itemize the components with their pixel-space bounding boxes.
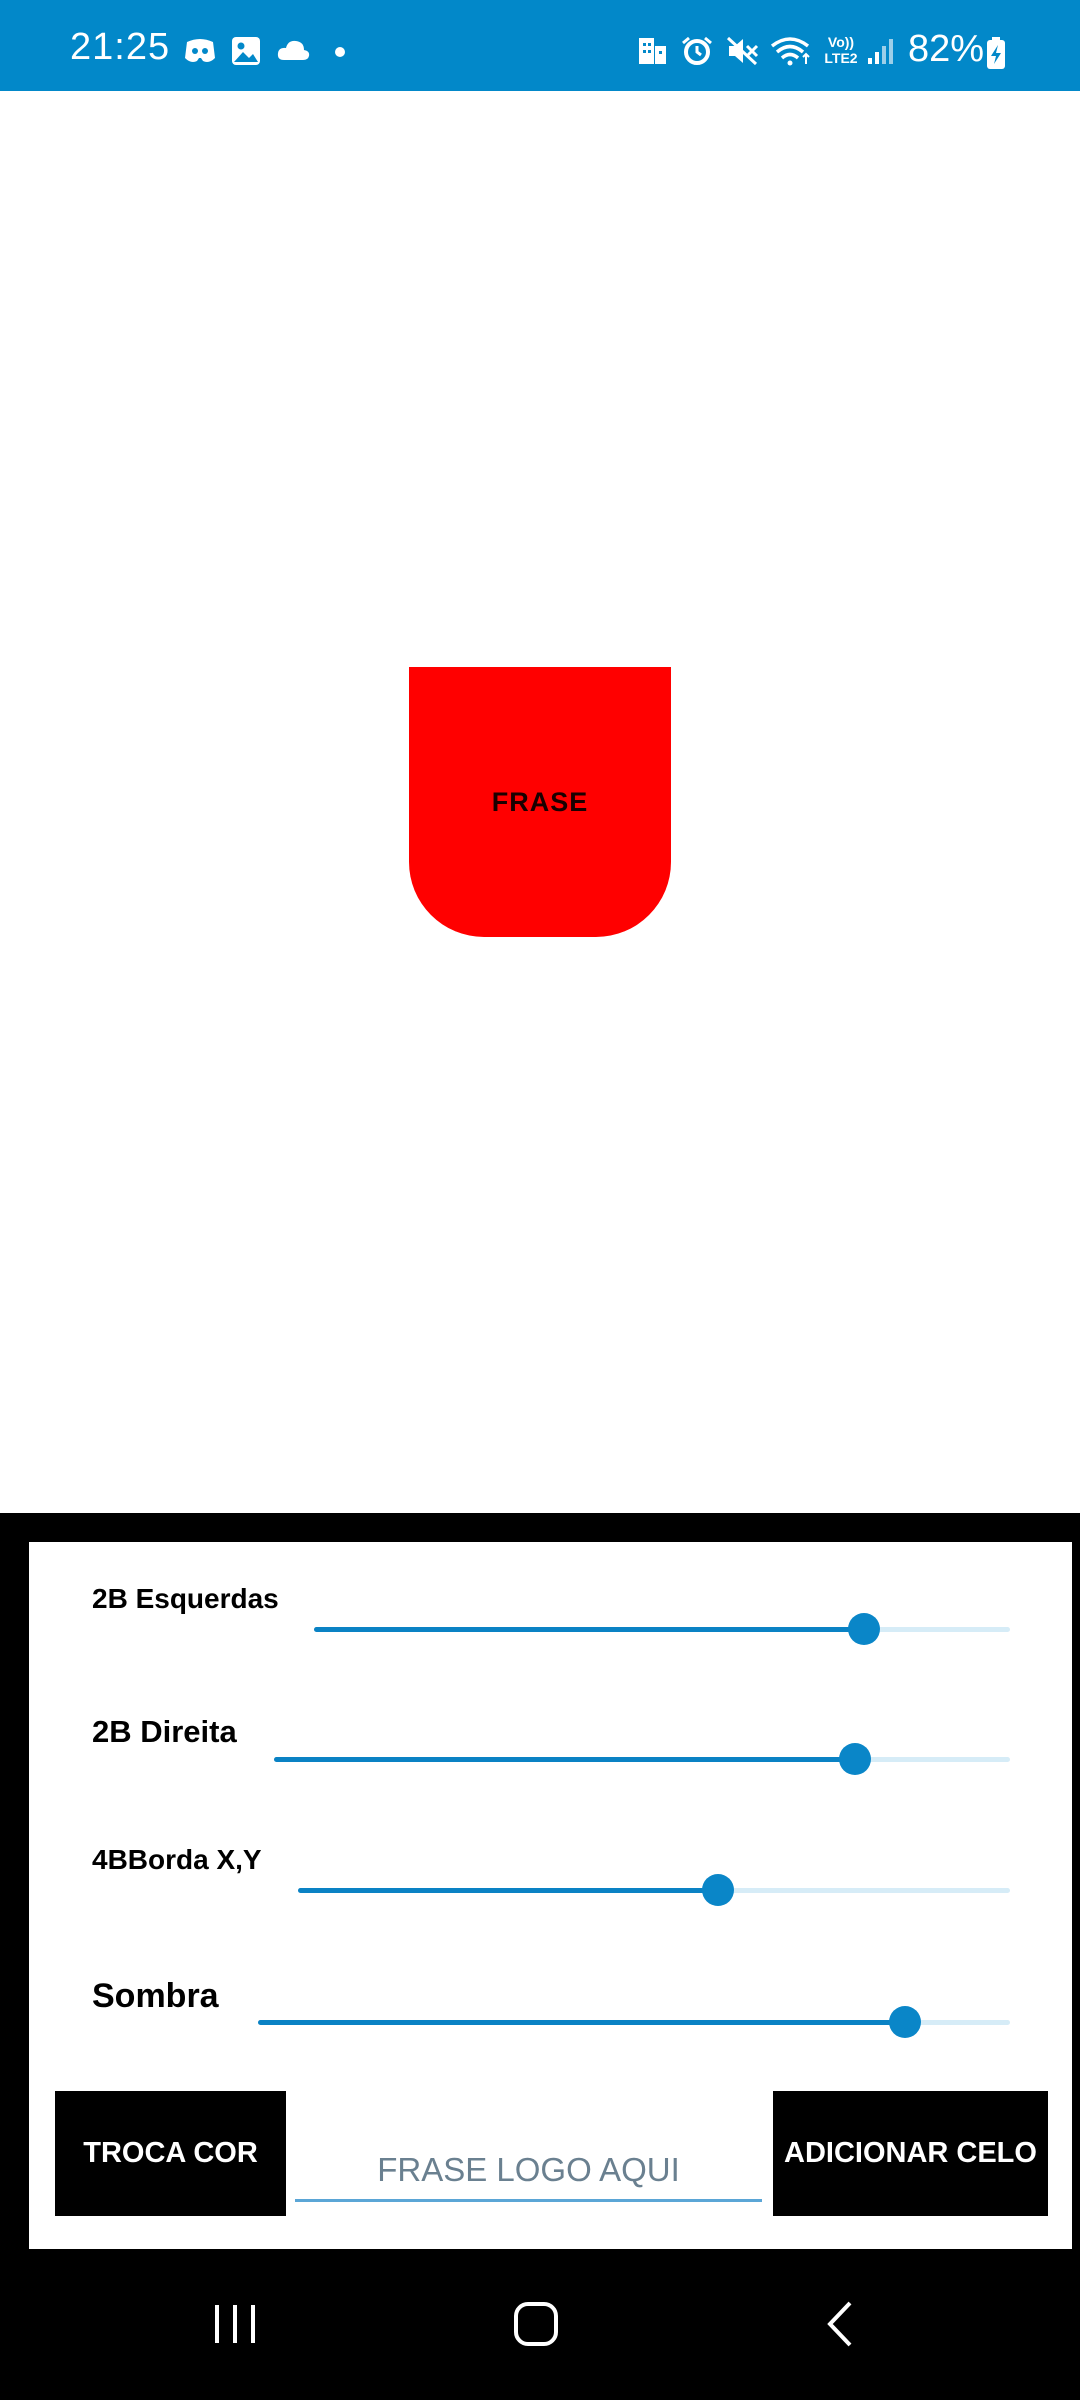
signal-icon: [868, 39, 893, 64]
image-icon: [232, 37, 260, 65]
slider-fill: [274, 1757, 856, 1762]
status-time: 21:25: [70, 26, 171, 68]
slider-thumb[interactable]: [847, 1613, 880, 1645]
add-seal-button[interactable]: ADICIONAR CELO: [773, 2091, 1048, 2216]
slider-thumb[interactable]: [702, 1874, 735, 1906]
battery-percent: 82%: [908, 28, 985, 70]
preview-canvas: FRASE: [0, 91, 1080, 1513]
slider-right-border[interactable]: [274, 1743, 1010, 1775]
controls-panel: 2B Esquerdas 2B Direita 4BBorda X,Y Somb…: [29, 1542, 1072, 2256]
slider-label-border-xy: 4BBorda X,Y: [92, 1844, 262, 1875]
phrase-input[interactable]: [295, 2141, 762, 2202]
lte-label: LTE2: [824, 50, 858, 66]
recent-apps-icon[interactable]: [195, 2289, 275, 2359]
slider-thumb[interactable]: [839, 1743, 872, 1775]
status-bar: 21:25 Vo)) LTE2 82%: [0, 0, 1080, 91]
slider-border-xy[interactable]: [298, 1874, 1010, 1906]
slider-left-border[interactable]: [314, 1613, 1010, 1645]
battery-charging-icon: [987, 37, 1005, 69]
dot-icon: [335, 47, 345, 57]
alarm-icon: [682, 36, 712, 65]
back-icon[interactable]: [800, 2289, 880, 2359]
navigation-bar: [0, 2249, 1080, 2400]
slider-label-shadow: Sombra: [92, 1977, 219, 2015]
slider-label-left-border: 2B Esquerdas: [92, 1583, 279, 1614]
slider-fill: [314, 1627, 864, 1632]
volte-lte2-icon: Vo)) LTE2: [818, 34, 864, 70]
slider-label-right-border: 2B Direita: [92, 1714, 237, 1749]
controls-frame: 2B Esquerdas 2B Direita 4BBorda X,Y Somb…: [0, 1513, 1080, 2256]
discord-icon: [185, 39, 215, 62]
cloud-icon: [277, 40, 310, 60]
seal-preview-text: FRASE: [491, 786, 589, 817]
slider-fill: [298, 1888, 719, 1893]
home-icon[interactable]: [496, 2289, 576, 2359]
wifi-icon: [770, 37, 810, 66]
slider-shadow[interactable]: [258, 2006, 1010, 2038]
slider-thumb[interactable]: [888, 2006, 921, 2038]
mute-icon: [726, 36, 759, 66]
swap-color-button[interactable]: TROCA COR: [55, 2091, 286, 2216]
slider-fill: [258, 2020, 905, 2025]
volte-label: Vo)): [827, 34, 855, 50]
sim-icon: [639, 38, 666, 64]
seal-preview: FRASE: [409, 667, 671, 937]
